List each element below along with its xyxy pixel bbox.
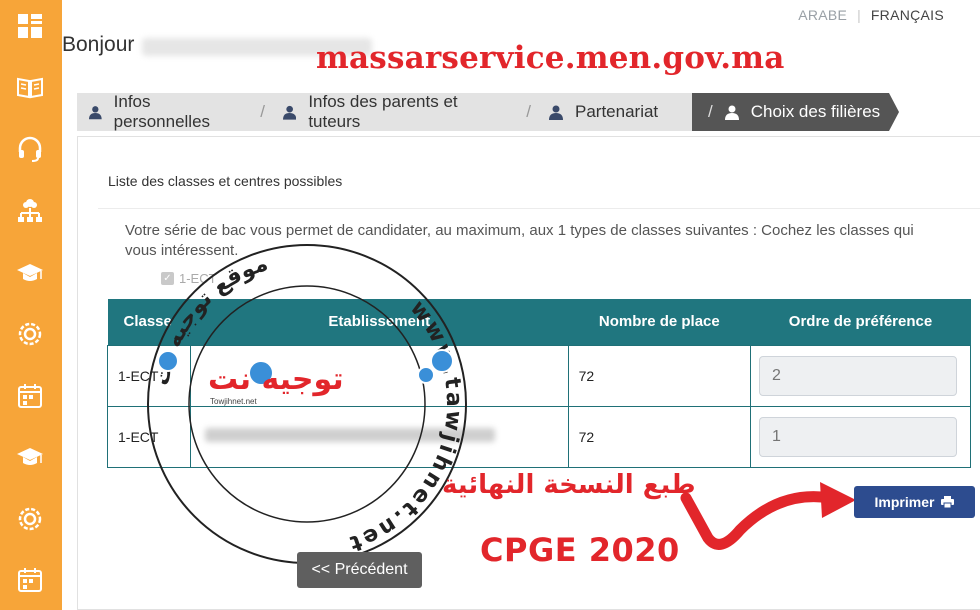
book-icon[interactable] xyxy=(14,71,46,103)
tab-label: Choix des filières xyxy=(750,102,881,121)
gear-icon[interactable] xyxy=(14,503,46,535)
wizard-tabs: Infos personnelles / Infos des parents e… xyxy=(77,92,899,131)
sidebar xyxy=(0,0,62,610)
checkbox-label: 1-ECT xyxy=(179,271,217,286)
headset-icon[interactable] xyxy=(14,133,46,165)
tab-infos-parents[interactable]: Infos des parents et tuteurs / xyxy=(275,92,541,131)
tab-separator: / xyxy=(526,102,531,121)
tab-label: Infos personnelles xyxy=(113,92,211,131)
print-button[interactable]: Imprimer xyxy=(854,486,975,518)
previous-button[interactable]: << Précédent xyxy=(297,552,422,588)
table-header-row: Classe Etablissement Nombre de place Ord… xyxy=(107,299,971,345)
graduation-cap-icon[interactable] xyxy=(14,441,46,473)
preference-order-input[interactable] xyxy=(759,355,958,396)
column-header: Nombre de place xyxy=(568,299,751,345)
tab-separator: / xyxy=(708,102,713,121)
language-switcher: ARABE | FRANÇAIS xyxy=(798,7,944,23)
lang-arabe-link[interactable]: ARABE xyxy=(798,7,847,23)
print-label: Imprimer xyxy=(874,494,935,510)
watermark-logo: توجيه نت xyxy=(208,362,344,397)
column-header: Classe xyxy=(107,299,191,345)
calendar-icon[interactable] xyxy=(14,564,46,596)
panel-title: Liste des classes et centres possibles xyxy=(108,173,343,189)
gear-icon[interactable] xyxy=(14,318,46,350)
watermark-logo-sub: Towjihnet.net xyxy=(210,397,257,406)
checkbox[interactable]: ✓ xyxy=(161,272,174,285)
table-row: 1-ECT 72 xyxy=(107,405,971,468)
user-icon xyxy=(724,105,739,120)
tab-choix-filieres[interactable]: / Choix des filières xyxy=(692,93,899,131)
cell-places: 72 xyxy=(567,344,752,407)
grid-icon[interactable] xyxy=(14,10,46,42)
tab-label: Infos des parents et tuteurs xyxy=(308,92,458,131)
divider xyxy=(98,208,980,209)
greeting: Bonjour xyxy=(62,33,135,56)
cell-places: 72 xyxy=(567,405,752,468)
user-icon xyxy=(89,105,102,119)
graduation-cap-icon[interactable] xyxy=(14,257,46,289)
lang-separator: | xyxy=(857,7,861,23)
arabic-caption: طبع النسخة النهائية xyxy=(442,470,696,500)
tab-infos-personnelles[interactable]: Infos personnelles / xyxy=(77,92,275,131)
lang-francais-link[interactable]: FRANÇAIS xyxy=(871,7,944,23)
user-icon xyxy=(283,105,297,120)
tab-label: Partenariat xyxy=(575,102,659,121)
column-header: Ordre de préférence xyxy=(750,299,971,345)
cell-classe: 1-ECT xyxy=(107,405,191,468)
site-url-overlay: massarservice.men.gov.ma xyxy=(316,40,785,76)
arrow-annotation xyxy=(680,482,856,550)
user-icon xyxy=(549,105,563,120)
cell-etablissement-redacted xyxy=(189,405,569,468)
cell-ordre xyxy=(750,344,971,407)
instructions-text: Votre série de bac vous permet de candid… xyxy=(125,222,914,259)
preference-order-input[interactable] xyxy=(759,416,958,457)
cell-ordre xyxy=(750,405,971,468)
column-header: Etablissement xyxy=(190,299,569,345)
printer-icon xyxy=(941,496,955,508)
calendar-icon[interactable] xyxy=(14,380,46,412)
tab-partenariat[interactable]: Partenariat xyxy=(541,93,692,131)
class-checkbox-row[interactable]: ✓ 1-ECT xyxy=(161,271,217,286)
cell-classe: 1-ECT xyxy=(107,344,191,407)
cpge-caption: CPGE 2020 xyxy=(480,531,680,569)
tab-separator: / xyxy=(260,102,265,121)
network-icon[interactable] xyxy=(14,195,46,227)
